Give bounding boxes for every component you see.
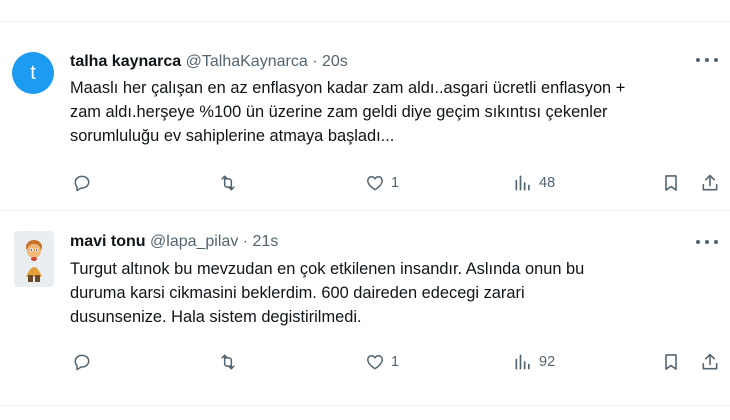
retweet-icon (221, 175, 235, 191)
timeline-feed: t talha kaynarca @TalhaKaynarca · 20s Ma… (0, 0, 730, 420)
views-chart-icon (515, 354, 530, 370)
tweet-text: Turgut altınok bu mevzudan en çok etkile… (70, 257, 720, 329)
views-count: 48 (539, 175, 556, 191)
heart-icon (367, 176, 383, 191)
bookmark-button[interactable] (661, 172, 681, 194)
tweet-text-line: sorumluluğu ev sahiplerine atmaya başlad… (70, 127, 395, 145)
reply-icon (74, 354, 90, 371)
retweet-icon (221, 354, 235, 370)
user-handle[interactable]: @TalhaKaynarca (186, 53, 308, 70)
user-name[interactable]: talha kaynarca (70, 53, 181, 70)
separator-dot: · (242, 233, 249, 250)
share-button[interactable] (700, 172, 720, 194)
share-button[interactable] (700, 351, 720, 373)
user-name[interactable]: mavi tonu (70, 233, 146, 250)
tweet-actions: 1 92 (70, 351, 720, 373)
tweet[interactable]: t talha kaynarca @TalhaKaynarca · 20s Ma… (0, 22, 730, 210)
bookmark-icon (665, 175, 677, 191)
reply-button[interactable] (72, 351, 92, 373)
tweet-text-line: duruma karsi cikmasini beklerdim. 600 da… (70, 284, 525, 302)
divider (0, 405, 730, 406)
tweet-text-line: zam aldı.herşeye %100 ün üzerine zam gel… (70, 103, 608, 121)
retweet-button[interactable] (218, 172, 238, 194)
reply-icon (74, 175, 90, 192)
like-count: 1 (391, 175, 400, 191)
reply-button[interactable] (72, 172, 92, 194)
tweet[interactable]: mavi tonu @lapa_pilav · 21s Turgut altın… (0, 211, 730, 399)
share-icon (702, 353, 718, 370)
like-count: 1 (391, 354, 400, 370)
views-count: 92 (539, 354, 556, 370)
tweet-header: talha kaynarca @TalhaKaynarca · 20s (70, 52, 348, 72)
like-button[interactable]: 1 (365, 351, 399, 373)
tweet-text-line: dusunsenize. Hala sistem degistirilmedi. (70, 308, 362, 326)
tweet-actions: 1 48 (70, 172, 720, 194)
avatar[interactable] (14, 231, 54, 287)
tweet-header: mavi tonu @lapa_pilav · 21s (70, 232, 278, 252)
share-icon (702, 174, 718, 191)
more-options-icon[interactable] (696, 56, 718, 64)
heart-icon (367, 355, 383, 370)
cartoon-figure-icon (14, 231, 54, 287)
tweet-text-line: Maaslı her çalışan en az enflasyon kadar… (70, 79, 626, 97)
separator-dot: · (312, 53, 318, 70)
retweet-button[interactable] (218, 351, 238, 373)
avatar[interactable]: t (12, 52, 54, 94)
more-options-icon[interactable] (696, 238, 718, 246)
views-chart-icon (515, 175, 530, 191)
user-handle[interactable]: @lapa_pilav (150, 233, 238, 250)
bookmark-icon (665, 354, 677, 370)
like-button[interactable]: 1 (365, 172, 399, 194)
bookmark-button[interactable] (661, 351, 681, 373)
tweet-text: Maaslı her çalışan en az enflasyon kadar… (70, 76, 720, 148)
views-button[interactable]: 48 (513, 172, 555, 194)
views-button[interactable]: 92 (513, 351, 555, 373)
timestamp[interactable]: 20s (322, 53, 348, 70)
timestamp[interactable]: 21s (253, 233, 279, 250)
tweet-text-line: Turgut altınok bu mevzudan en çok etkile… (70, 260, 585, 278)
